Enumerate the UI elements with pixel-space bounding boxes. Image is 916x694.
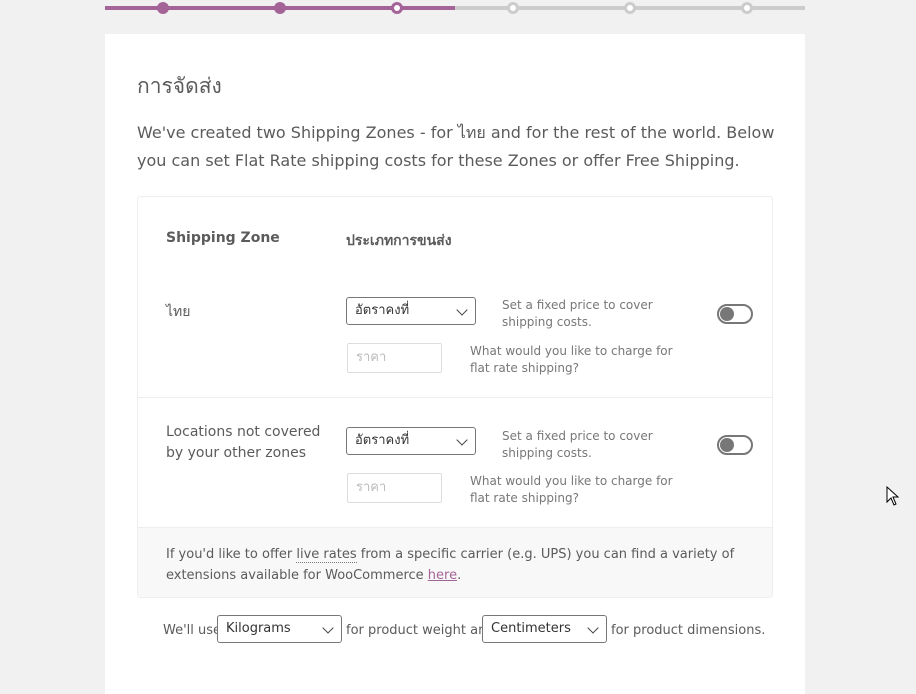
setup-progress [105,0,805,16]
enable-toggle[interactable] [717,304,753,324]
shipping-card: การจัดส่ง We've created two Shipping Zon… [105,34,805,694]
chevron-down-icon [587,622,599,634]
chevron-down-icon [322,622,334,634]
mouse-cursor-icon [886,486,900,506]
dimension-unit-value: Centimeters [491,621,571,636]
progress-step-3 [391,2,403,14]
toggle-knob [720,438,734,452]
extensions-link[interactable]: here [428,568,457,583]
price-input[interactable]: ราคา [347,343,442,373]
page-title: การจัดส่ง [137,74,222,98]
shipping-method-select[interactable]: อัตราคงที่ [346,427,476,455]
enable-toggle[interactable] [717,435,753,455]
live-rates-abbr: live rates [296,547,357,563]
chevron-down-icon [456,304,468,316]
note-text: . [457,568,462,583]
price-input[interactable]: ราคา [347,473,442,503]
progress-step-2 [274,2,286,14]
progress-step-5 [624,2,636,14]
units-middle: for product weight and [346,623,495,638]
zone-row: Locations not covered by your other zone… [138,397,772,528]
method-description: Set a fixed price to cover shipping cost… [502,298,653,329]
chevron-down-icon [456,434,468,446]
header-shipping-method: ประเภทการขนส่ง [346,233,452,249]
shipping-method-value: อัตราคงที่ [355,433,410,448]
price-description: What would you like to charge for flat r… [470,344,673,375]
shipping-zones-table: Shipping Zone ประเภทการขนส่ง ไทย อัตราคง… [137,196,773,598]
intro-text: We've created two Shipping Zones - for ไ… [137,123,775,170]
units-prefix: We'll use [163,623,222,638]
zone-name: ไทย [166,304,191,320]
dimension-unit-select[interactable]: Centimeters [482,615,607,643]
shipping-method-value: อัตราคงที่ [355,303,410,318]
method-description: Set a fixed price to cover shipping cost… [502,429,653,460]
progress-step-6 [741,2,753,14]
price-description: What would you like to charge for flat r… [470,474,673,505]
weight-unit-value: Kilograms [226,621,291,636]
zone-row: ไทย อัตราคงที่ Set a fixed price to cove… [138,277,772,407]
shipping-method-select[interactable]: อัตราคงที่ [346,297,476,325]
progress-step-1 [157,2,169,14]
weight-unit-select[interactable]: Kilograms [217,615,342,643]
progress-step-4 [507,2,519,14]
zone-name: Locations not covered by your other zone… [166,424,321,461]
live-rates-note: If you'd like to offer live rates from a… [138,527,772,597]
header-shipping-zone: Shipping Zone [166,230,280,246]
toggle-knob [720,307,734,321]
units-suffix: for product dimensions. [611,623,766,638]
note-text: If you'd like to offer [166,547,297,562]
